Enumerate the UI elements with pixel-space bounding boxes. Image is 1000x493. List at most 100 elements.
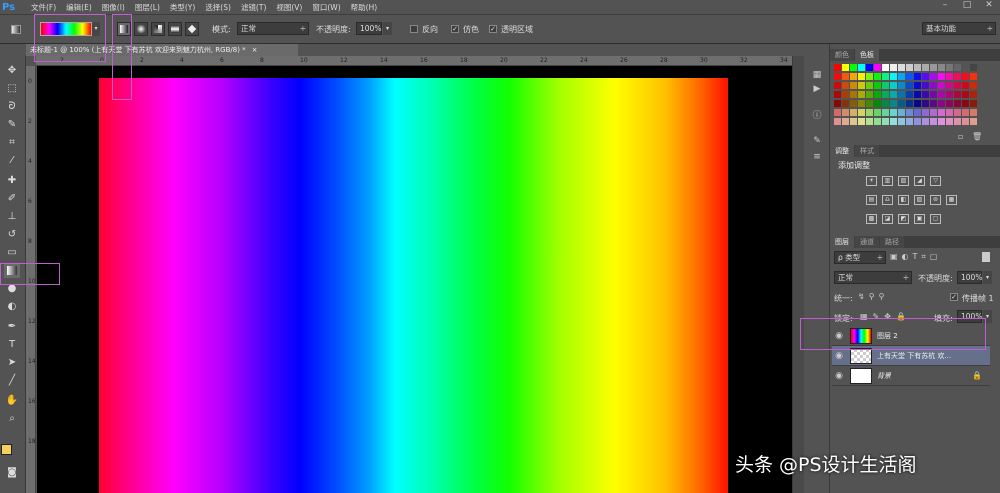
chevron-down-icon[interactable]: ▾ [983, 271, 992, 284]
swatch[interactable] [946, 82, 953, 89]
swatch[interactable] [834, 64, 841, 71]
swatch[interactable] [874, 118, 881, 125]
adjustment-icon[interactable]: ▧ [914, 195, 925, 205]
swatch[interactable] [930, 82, 937, 89]
swatch[interactable] [962, 118, 969, 125]
clone-stamp-tool-icon[interactable]: ⊥ [4, 210, 20, 224]
swatch[interactable] [874, 109, 881, 116]
mode-select[interactable]: 正常 ÷ [237, 22, 309, 35]
swatch[interactable] [842, 109, 849, 116]
marquee-tool-icon[interactable]: ⬚ [4, 82, 20, 96]
swatch[interactable] [898, 109, 905, 116]
lasso-tool-icon[interactable]: ᘐ [4, 100, 20, 114]
swatch[interactable] [898, 73, 905, 80]
menu-select[interactable]: 选择(S) [200, 2, 236, 13]
swatch[interactable] [898, 118, 905, 125]
chevron-down-icon[interactable]: ▾ [383, 22, 392, 35]
tab-adjustments[interactable]: 调整 [830, 145, 854, 157]
swatch[interactable] [866, 100, 873, 107]
swatch[interactable] [938, 82, 945, 89]
swatch[interactable] [922, 64, 929, 71]
swatch[interactable] [898, 91, 905, 98]
brush-tool-icon[interactable]: ✐ [4, 192, 20, 206]
swatch[interactable] [834, 91, 841, 98]
swatch[interactable] [842, 64, 849, 71]
swatch[interactable] [882, 91, 889, 98]
eye-icon[interactable]: ◉ [832, 351, 846, 361]
swatch[interactable] [914, 73, 921, 80]
swatch[interactable] [914, 100, 921, 107]
swatch[interactable] [946, 91, 953, 98]
swatch[interactable] [890, 91, 897, 98]
swatch[interactable] [938, 73, 945, 80]
adjustment-icon[interactable]: ▣ [914, 214, 925, 224]
type-tool-icon[interactable]: T [4, 338, 20, 352]
minimize-button[interactable]: – [934, 0, 956, 14]
menu-window[interactable]: 窗口(W) [307, 2, 345, 13]
adjustment-icon[interactable]: ◧ [898, 195, 909, 205]
swatch[interactable] [842, 100, 849, 107]
swatch[interactable] [930, 109, 937, 116]
line-tool-icon[interactable]: ╱ [4, 374, 20, 388]
adjustment-icon[interactable]: ☀ [866, 176, 877, 186]
crop-tool-icon[interactable]: ⌗ [4, 136, 20, 150]
swatch[interactable] [970, 64, 977, 71]
menu-filter[interactable]: 滤镜(T) [236, 2, 271, 13]
swatch[interactable] [858, 109, 865, 116]
swatch[interactable] [930, 100, 937, 107]
menu-type[interactable]: 类型(Y) [165, 2, 200, 13]
swatch[interactable] [970, 109, 977, 116]
swatch[interactable] [906, 118, 913, 125]
swatch[interactable] [922, 109, 929, 116]
reflected-gradient-button[interactable] [168, 22, 182, 36]
swatch[interactable] [906, 82, 913, 89]
swatch[interactable] [890, 64, 897, 71]
propagate-checkbox[interactable]: ✓ [950, 293, 958, 301]
tab-channels[interactable]: 通道 [855, 236, 879, 248]
layer-filter-icons[interactable]: ▣◐T⌗▢ [890, 252, 942, 262]
swatch[interactable] [962, 64, 969, 71]
swatch[interactable] [850, 109, 857, 116]
swatch[interactable] [938, 118, 945, 125]
swatch[interactable] [866, 64, 873, 71]
menu-edit[interactable]: 编辑(E) [61, 2, 97, 13]
swatch[interactable] [954, 73, 961, 80]
swatch[interactable] [914, 82, 921, 89]
menu-view[interactable]: 视图(V) [271, 2, 307, 13]
swatch[interactable] [930, 91, 937, 98]
adjustment-icon[interactable]: ▥ [882, 176, 893, 186]
swatch[interactable] [866, 73, 873, 80]
dodge-tool-icon[interactable]: ◐ [4, 300, 20, 314]
swatch[interactable] [914, 109, 921, 116]
layer-opacity-input[interactable]: 100% [957, 271, 982, 284]
swatch[interactable] [850, 73, 857, 80]
swatch[interactable] [914, 64, 921, 71]
reverse-checkbox[interactable] [410, 25, 418, 33]
close-button[interactable]: ✕ [978, 0, 1000, 14]
adjustment-icon[interactable]: ◢ [914, 176, 925, 186]
adjustment-icon[interactable]: ▩ [866, 214, 877, 224]
swatch[interactable] [962, 109, 969, 116]
swatch[interactable] [850, 82, 857, 89]
adjustment-icon[interactable]: ⊚ [930, 195, 941, 205]
eyedropper-tool-icon[interactable]: ⁄ [4, 154, 20, 168]
swatch[interactable] [866, 82, 873, 89]
layer-row[interactable]: ◉ 背景 🔒 [832, 366, 990, 386]
brush-panel-icon[interactable]: ✎ [810, 136, 824, 148]
swatch[interactable] [898, 100, 905, 107]
history-brush-tool-icon[interactable]: ↺ [4, 228, 20, 242]
swatch[interactable] [866, 91, 873, 98]
swatch[interactable] [842, 118, 849, 125]
swatch[interactable] [970, 82, 977, 89]
swatch[interactable] [882, 100, 889, 107]
swatch[interactable] [946, 73, 953, 80]
swatch[interactable] [962, 73, 969, 80]
swatch[interactable] [922, 100, 929, 107]
swatch[interactable] [890, 109, 897, 116]
swatch[interactable] [954, 100, 961, 107]
swatch[interactable] [858, 64, 865, 71]
actions-panel-icon[interactable]: ▶ [810, 84, 824, 96]
diamond-gradient-button[interactable] [185, 22, 199, 36]
swatch[interactable] [962, 82, 969, 89]
menu-layer[interactable]: 图层(L) [130, 2, 165, 13]
